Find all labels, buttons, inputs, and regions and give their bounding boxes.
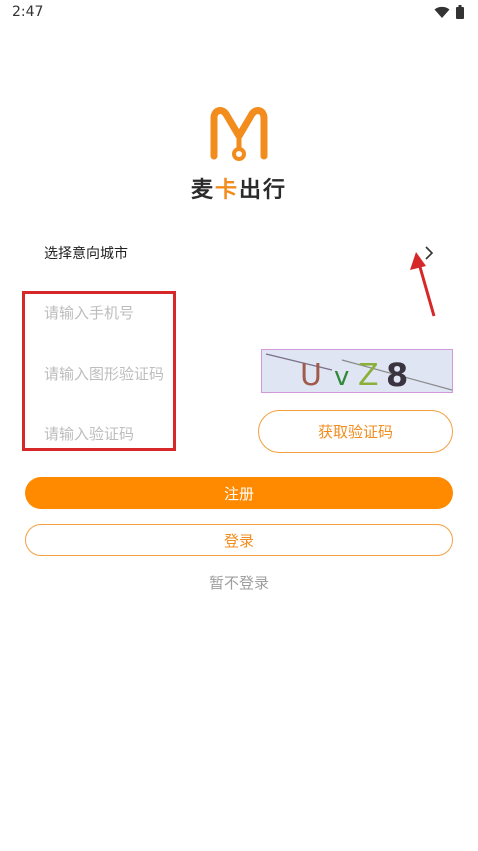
app-logo: 麦卡出行: [186, 104, 292, 203]
annotation-arrow-icon: [410, 252, 436, 317]
logo-text: 麦卡出行: [186, 172, 292, 204]
register-button[interactable]: 注册: [25, 477, 453, 509]
captcha-graphic: U v Z 8: [265, 353, 452, 393]
skip-login-link[interactable]: 暂不登录: [0, 572, 478, 593]
status-bar: 2:47: [0, 0, 478, 24]
get-code-button[interactable]: 获取验证码: [258, 410, 453, 453]
wifi-icon: [434, 6, 450, 18]
battery-icon: [456, 5, 464, 19]
status-time: 2:47: [12, 4, 44, 20]
logo-m-icon: [210, 107, 268, 161]
city-selector[interactable]: 选择意向城市: [44, 236, 436, 270]
annotation-highlight-box: [22, 291, 176, 451]
captcha-char-4: 8: [386, 356, 408, 393]
login-button[interactable]: 登录: [25, 524, 453, 556]
captcha-image[interactable]: U v Z 8: [261, 349, 453, 393]
captcha-char-1: U: [300, 358, 322, 393]
logo-text-part1: 麦: [190, 178, 215, 203]
captcha-char-3: Z: [358, 358, 379, 393]
status-icons: [434, 5, 464, 19]
logo-text-part2: 卡: [214, 178, 239, 203]
captcha-char-2: v: [334, 362, 349, 392]
logo-text-part3: 出行: [239, 178, 288, 203]
city-label: 选择意向城市: [44, 246, 128, 262]
